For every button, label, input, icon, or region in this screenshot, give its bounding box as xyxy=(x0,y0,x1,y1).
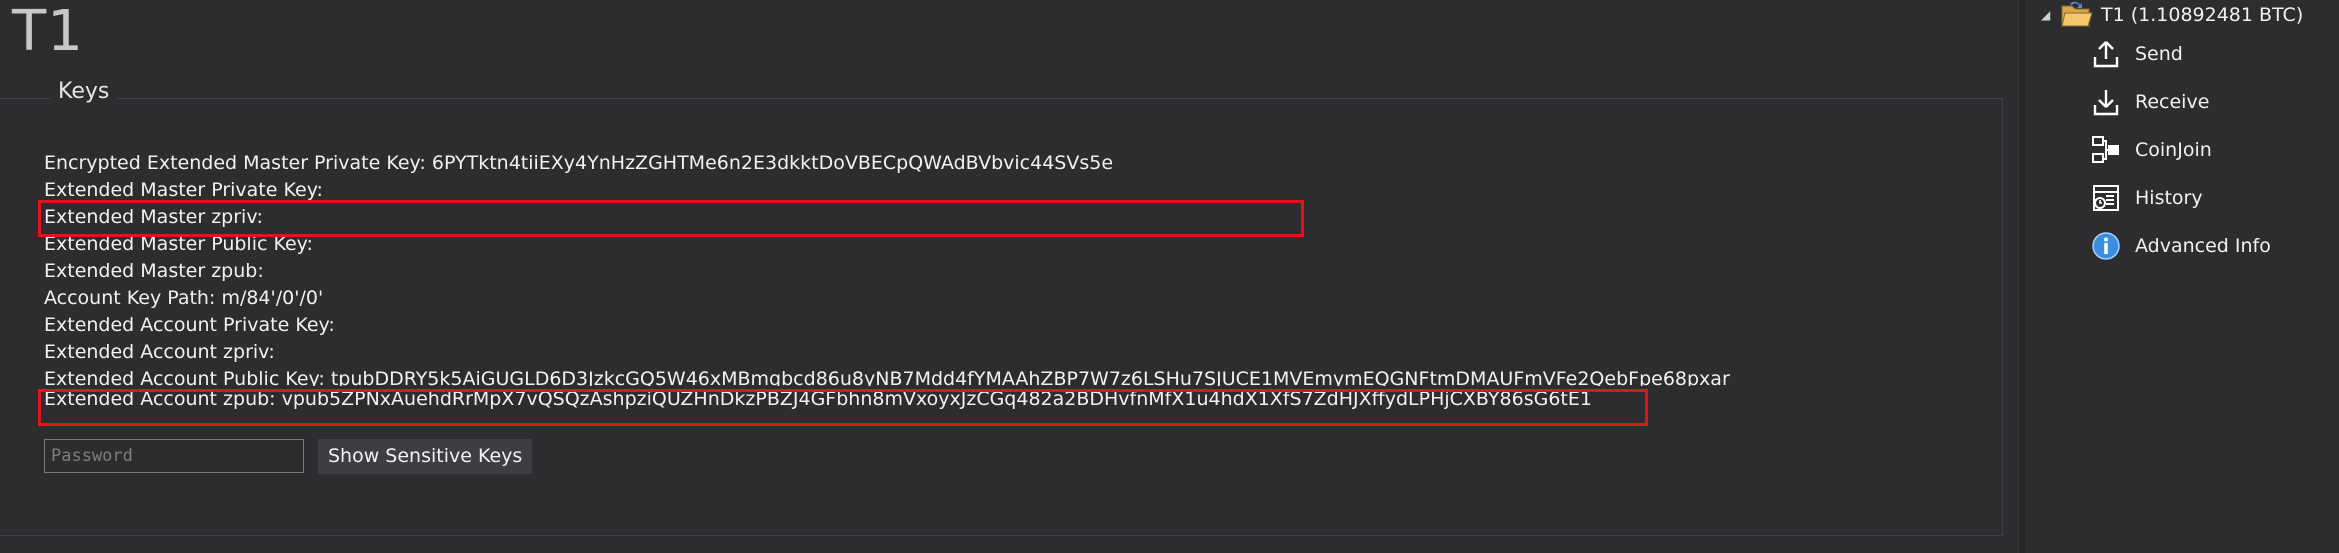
download-icon xyxy=(2093,90,2119,116)
key-label: Extended Account Private Key: xyxy=(44,314,335,336)
key-line-master-private-key[interactable]: Extended Master Private Key: xyxy=(44,177,1994,204)
upload-icon xyxy=(2093,41,2119,68)
key-value[interactable]: 6PYTktn4tiiEXy4YnHzZGHTMe6n2E3dkktDoVBEC… xyxy=(432,152,1113,174)
sidebar-item-label: Advanced Info xyxy=(2135,235,2271,257)
panel-splitter[interactable] xyxy=(2018,0,2025,553)
key-label: Extended Account zpub: xyxy=(44,388,276,410)
coinjoin-icon xyxy=(2092,136,2119,163)
wallet-title: T1 xyxy=(12,0,84,64)
key-value[interactable]: vpub5ZPNxAuehdRrMpX7vQSQzAshpziQUZHnDkzP… xyxy=(282,388,1592,410)
wallet-folder-icon xyxy=(2061,2,2093,27)
key-label: Extended Master Public Key: xyxy=(44,233,313,255)
sidebar-item-label: Send xyxy=(2135,43,2183,65)
key-label: Extended Master zpub: xyxy=(44,260,264,282)
key-line-account-zpub[interactable]: Extended Account zpub: vpub5ZPNxAuehdRrM… xyxy=(44,386,1994,413)
sidebar-item-coinjoin[interactable]: CoinJoin xyxy=(2091,130,2212,170)
key-label: Extended Account zpriv: xyxy=(44,341,275,363)
key-line-account-public-key[interactable]: Extended Account Public Key: tpubDDRY5k5… xyxy=(44,366,1994,386)
key-line-account-zpriv[interactable]: Extended Account zpriv: xyxy=(44,339,1994,366)
sidebar-item-label: CoinJoin xyxy=(2135,139,2212,161)
sidebar-item-label: Receive xyxy=(2135,91,2210,113)
sidebar-item-label: History xyxy=(2135,187,2203,209)
expand-arrow-icon[interactable]: ◢ xyxy=(2041,8,2057,22)
key-line-account-private-key[interactable]: Extended Account Private Key: xyxy=(44,312,1994,339)
show-sensitive-keys-button[interactable]: Show Sensitive Keys xyxy=(318,439,533,474)
info-icon xyxy=(2092,232,2120,260)
key-line-master-zpriv[interactable]: Extended Master zpriv: xyxy=(44,204,1994,231)
key-label: Extended Account Public Key: xyxy=(44,368,325,386)
keys-header: Keys xyxy=(50,75,118,109)
key-line-master-public-key[interactable]: Extended Master Public Key: xyxy=(44,231,1994,258)
key-line-encrypted-master-private-key[interactable]: Encrypted Extended Master Private Key: 6… xyxy=(44,150,1994,177)
key-value[interactable]: m/84'/0'/0' xyxy=(221,287,323,309)
key-label: Encrypted Extended Master Private Key: xyxy=(44,152,426,174)
sidebar-item-receive[interactable]: Receive xyxy=(2091,82,2209,122)
key-label: Extended Master Private Key: xyxy=(44,179,323,201)
sidebar-item-advanced-info[interactable]: Advanced Info xyxy=(2091,226,2271,266)
wallet-tree-root-label: T1 (1.10892481 BTC) xyxy=(2101,4,2304,26)
key-value[interactable]: tpubDDRY5k5AiGUGLD6D3JzkcGQ5W46xMBmqbcd8… xyxy=(331,368,1730,386)
password-input[interactable] xyxy=(44,439,304,473)
app-window: T1 Keys Encrypted Extended Master Privat… xyxy=(0,0,2339,553)
history-icon xyxy=(2093,185,2119,211)
key-lines: Encrypted Extended Master Private Key: 6… xyxy=(44,150,1994,413)
wallet-info-panel: T1 Keys Encrypted Extended Master Privat… xyxy=(0,0,2018,553)
key-line-master-zpub[interactable]: Extended Master zpub: xyxy=(44,258,1994,285)
key-label: Account Key Path: xyxy=(44,287,216,309)
wallet-explorer-sidebar: ◢ T1 (1.10892481 BTC) Send Receive CoinJ… xyxy=(2025,0,2339,553)
key-line-account-key-path[interactable]: Account Key Path: m/84'/0'/0' xyxy=(44,285,1994,312)
sidebar-item-history[interactable]: History xyxy=(2091,178,2203,218)
sidebar-item-send[interactable]: Send xyxy=(2091,34,2183,74)
key-label: Extended Master zpriv: xyxy=(44,206,263,228)
wallet-tree-root[interactable]: ◢ T1 (1.10892481 BTC) xyxy=(2041,0,2303,30)
